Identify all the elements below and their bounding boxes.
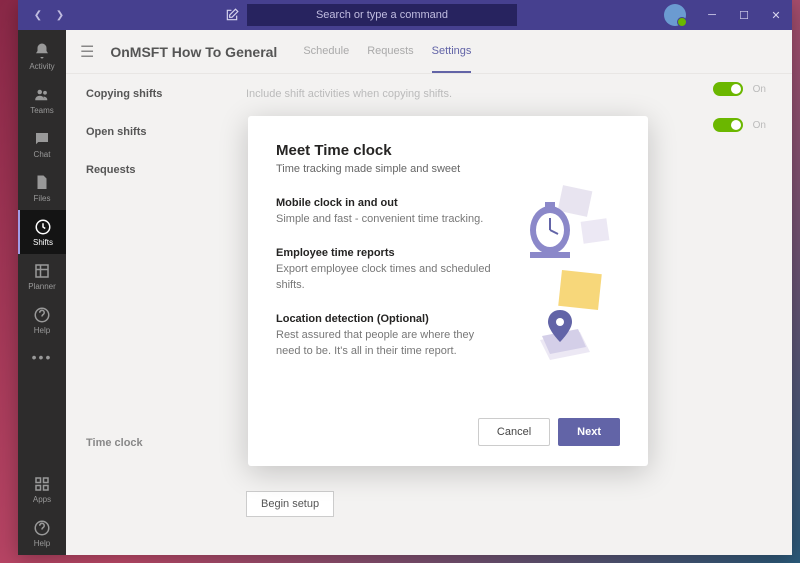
sidebar-item-apps[interactable]: Apps: [18, 467, 66, 511]
sidebar-item-help-bottom[interactable]: Help: [18, 511, 66, 555]
help-icon: [33, 519, 51, 537]
section-desc: Simple and fast - convenient time tracki…: [276, 212, 494, 227]
close-button[interactable]: ✕: [760, 0, 792, 30]
teams-icon: [33, 86, 51, 104]
sidebar-label: Teams: [30, 106, 54, 115]
shifts-icon: [34, 218, 52, 236]
section-title: Mobile clock in and out: [276, 197, 494, 209]
more-icon: •••: [32, 349, 53, 365]
setting-open-shifts: Open shifts: [86, 126, 206, 138]
modal-subtitle: Time tracking made simple and sweet: [276, 163, 494, 175]
compose-icon[interactable]: [217, 8, 247, 22]
section-desc: Export employee clock times and schedule…: [276, 262, 494, 293]
sidebar-item-help[interactable]: Help: [18, 298, 66, 342]
toggle-label: On: [753, 120, 766, 131]
sidebar-label: Help: [34, 539, 50, 548]
sidebar-label: Shifts: [33, 238, 53, 247]
sidebar-label: Chat: [34, 150, 51, 159]
app-window: ❮ ❯ ─ ☐ ✕ Activity Teams C: [18, 0, 792, 555]
setting-time-clock: Time clock: [86, 437, 143, 449]
setting-copying-desc: Include shift activities when copying sh…: [246, 88, 772, 100]
sidebar-label: Planner: [28, 282, 56, 291]
nav-forward[interactable]: ❯: [52, 7, 68, 23]
sidebar-label: Files: [34, 194, 51, 203]
toggle-copying[interactable]: [713, 82, 743, 96]
maximize-button[interactable]: ☐: [728, 0, 760, 30]
modal-title: Meet Time clock: [276, 142, 494, 159]
planner-icon: [33, 262, 51, 280]
toggle-open-shifts[interactable]: [713, 118, 743, 132]
nav-back[interactable]: ❮: [30, 7, 46, 23]
titlebar: ❮ ❯ ─ ☐ ✕: [18, 0, 792, 30]
apps-icon: [33, 475, 51, 493]
sidebar-item-chat[interactable]: Chat: [18, 122, 66, 166]
toggle-label: On: [753, 84, 766, 95]
cancel-button[interactable]: Cancel: [478, 418, 550, 446]
chat-icon: [33, 130, 51, 148]
setting-requests: Requests: [86, 164, 206, 176]
time-clock-modal: Meet Time clock Time tracking made simpl…: [248, 116, 648, 466]
sidebar-label: Activity: [29, 62, 54, 71]
sidebar-item-more[interactable]: •••: [18, 342, 66, 372]
avatar[interactable]: [664, 4, 686, 26]
minimize-button[interactable]: ─: [696, 0, 728, 30]
bell-icon: [33, 42, 51, 60]
files-icon: [33, 174, 51, 192]
sidebar-item-files[interactable]: Files: [18, 166, 66, 210]
sidebar-item-shifts[interactable]: Shifts: [18, 210, 66, 254]
tab-schedule[interactable]: Schedule: [303, 31, 349, 73]
next-button[interactable]: Next: [558, 418, 620, 446]
page-title: OnMSFT How To General: [110, 44, 277, 60]
hamburger-icon[interactable]: ☰: [80, 42, 94, 62]
sidebar-item-teams[interactable]: Teams: [18, 78, 66, 122]
section-title: Employee time reports: [276, 247, 494, 259]
tab-requests[interactable]: Requests: [367, 31, 413, 73]
modal-illustration: [510, 142, 620, 408]
search-input[interactable]: [247, 4, 517, 26]
setting-copying-shifts: Copying shifts: [86, 88, 206, 100]
tab-settings[interactable]: Settings: [432, 31, 472, 73]
begin-setup-button[interactable]: Begin setup: [246, 491, 334, 517]
sidebar-label: Apps: [33, 495, 51, 504]
sidebar-item-planner[interactable]: Planner: [18, 254, 66, 298]
sidebar-item-activity[interactable]: Activity: [18, 34, 66, 78]
header: ☰ OnMSFT How To General Schedule Request…: [66, 30, 792, 74]
sidebar-label: Help: [34, 326, 50, 335]
sidebar: Activity Teams Chat Files Shifts Planner: [18, 30, 66, 555]
section-desc: Rest assured that people are where they …: [276, 328, 494, 359]
section-title: Location detection (Optional): [276, 313, 494, 325]
help-icon: [33, 306, 51, 324]
